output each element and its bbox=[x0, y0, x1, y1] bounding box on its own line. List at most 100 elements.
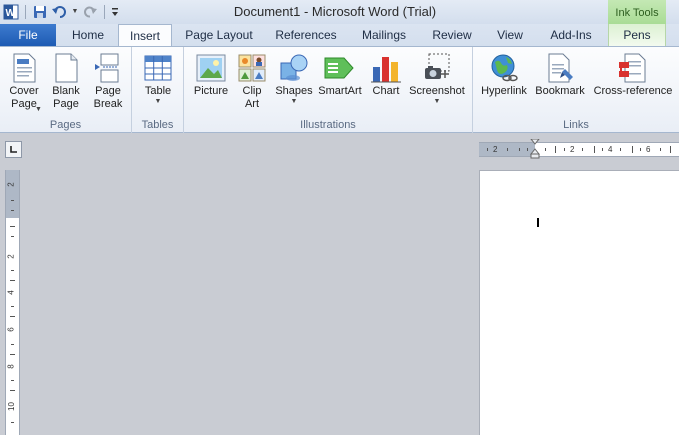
tab-file[interactable]: File bbox=[0, 24, 56, 46]
ruler-tick bbox=[519, 148, 520, 151]
vruler-number: 8 bbox=[6, 364, 16, 369]
cover-page-button[interactable]: Cover Page ▼ bbox=[4, 53, 44, 113]
ruler-tick bbox=[660, 148, 661, 151]
chart-label: Chart bbox=[372, 85, 400, 97]
tables-group-label: Tables bbox=[141, 119, 174, 131]
bookmark-label: Bookmark bbox=[535, 85, 585, 97]
qat-separator bbox=[104, 5, 105, 19]
quick-access-toolbar: W ▼ bbox=[2, 3, 120, 21]
tab-review[interactable]: Review bbox=[424, 24, 480, 46]
undo-dropdown-icon[interactable]: ▼ bbox=[71, 3, 79, 21]
hyperlink-icon bbox=[488, 53, 520, 83]
screenshot-button[interactable]: Screenshot ▼ bbox=[406, 53, 468, 106]
hyperlink-button[interactable]: Hyperlink bbox=[478, 53, 530, 98]
bookmark-button[interactable]: Bookmark bbox=[532, 53, 588, 98]
ruler-tick bbox=[10, 390, 15, 391]
group-links: Hyperlink Bookmark Cross-reference Links bbox=[473, 47, 679, 133]
ruler-tick bbox=[507, 148, 508, 151]
ruler-tick bbox=[620, 148, 621, 151]
left-tab-icon bbox=[10, 146, 17, 153]
ruler-tick bbox=[10, 316, 15, 317]
links-group-label: Links bbox=[563, 119, 589, 131]
cover-page-dropdown-icon: ▼ bbox=[35, 106, 42, 113]
ruler-tick bbox=[555, 146, 556, 153]
shapes-icon bbox=[278, 53, 310, 83]
ruler-tick bbox=[11, 380, 14, 381]
redo-icon[interactable] bbox=[81, 3, 99, 21]
smartart-button[interactable]: SmartArt bbox=[316, 53, 364, 98]
chart-button[interactable]: Chart bbox=[366, 53, 406, 98]
window-title: Document1 - Microsoft Word (Trial) bbox=[233, 4, 437, 19]
ruler-tick bbox=[10, 226, 15, 227]
hruler-number: 6 bbox=[646, 145, 651, 154]
title-bar: W ▼ Document1 - Microsoft Word (Trial) I… bbox=[0, 0, 679, 24]
ruler-tick bbox=[11, 306, 14, 307]
undo-icon[interactable] bbox=[51, 3, 69, 21]
cross-reference-label: Cross-reference bbox=[593, 85, 673, 97]
ink-tools-context-label: Ink Tools bbox=[608, 0, 666, 24]
tab-view[interactable]: View bbox=[487, 24, 533, 46]
ruler-tick bbox=[527, 148, 528, 151]
ruler-tick bbox=[640, 148, 641, 151]
smartart-label: SmartArt bbox=[318, 85, 362, 97]
shapes-button[interactable]: Shapes ▼ bbox=[272, 53, 316, 106]
clip-art-icon bbox=[236, 53, 268, 83]
word-app-icon[interactable]: W bbox=[2, 3, 20, 21]
picture-label: Picture bbox=[193, 85, 229, 97]
picture-button[interactable]: Picture bbox=[190, 53, 232, 98]
cross-reference-button[interactable]: Cross-reference bbox=[590, 53, 676, 98]
ruler-tick bbox=[11, 344, 14, 345]
ruler-tick bbox=[602, 148, 603, 151]
horizontal-ruler[interactable]: 2 2 4 6 bbox=[479, 139, 679, 159]
table-icon bbox=[142, 53, 174, 83]
svg-text:W: W bbox=[6, 8, 16, 19]
ruler-tick bbox=[10, 280, 15, 281]
tab-references[interactable]: References bbox=[266, 24, 346, 46]
ruler-tick bbox=[632, 146, 633, 153]
page-break-label: Page Break bbox=[93, 85, 123, 110]
screenshot-label: Screenshot bbox=[409, 85, 465, 97]
group-pages: Cover Page ▼ Blank Page Page Break Pages bbox=[0, 47, 132, 133]
illustrations-group-label: Illustrations bbox=[300, 119, 356, 131]
table-button[interactable]: Table ▼ bbox=[138, 53, 178, 106]
ruler-tick bbox=[670, 146, 671, 153]
hruler-number: 2 bbox=[493, 145, 498, 154]
vertical-ruler[interactable]: 2 2 4 6 8 10 bbox=[5, 170, 20, 435]
indent-marker-icon[interactable] bbox=[530, 139, 540, 159]
hyperlink-label: Hyperlink bbox=[481, 85, 527, 97]
ribbon-tabs: File Home Insert Page Layout References … bbox=[0, 24, 679, 47]
ruler-tick bbox=[582, 148, 583, 151]
customize-qat-icon[interactable] bbox=[110, 3, 120, 21]
group-illustrations: Picture Clip Art Shapes ▼ SmartArt Chart… bbox=[184, 47, 473, 133]
tab-mailings[interactable]: Mailings bbox=[352, 24, 416, 46]
document-page[interactable] bbox=[479, 170, 679, 435]
vruler-number: 6 bbox=[6, 327, 16, 332]
picture-icon bbox=[195, 53, 227, 83]
ruler-tick bbox=[545, 148, 546, 151]
pages-group-label: Pages bbox=[49, 119, 82, 131]
clip-art-label: Clip Art bbox=[242, 85, 262, 110]
page-break-button[interactable]: Page Break bbox=[88, 53, 128, 111]
ribbon: Cover Page ▼ Blank Page Page Break Pages… bbox=[0, 46, 679, 133]
ruler-tick bbox=[487, 148, 488, 151]
table-dropdown-icon: ▼ bbox=[154, 98, 162, 105]
tab-home[interactable]: Home bbox=[62, 24, 114, 46]
chart-icon bbox=[370, 53, 402, 83]
ruler-tick bbox=[10, 354, 15, 355]
hruler-number: 2 bbox=[570, 145, 575, 154]
shapes-label: Shapes bbox=[275, 85, 313, 97]
tab-page-layout[interactable]: Page Layout bbox=[179, 24, 259, 46]
tab-insert[interactable]: Insert bbox=[118, 24, 172, 47]
cover-page-icon bbox=[8, 53, 40, 83]
tab-add-ins[interactable]: Add-Ins bbox=[540, 24, 602, 46]
bookmark-icon bbox=[544, 53, 576, 83]
vruler-number: 2 bbox=[6, 182, 16, 187]
blank-page-button[interactable]: Blank Page bbox=[46, 53, 86, 111]
tab-pens[interactable]: Pens bbox=[608, 24, 666, 46]
tab-stop-selector[interactable] bbox=[5, 141, 22, 158]
clip-art-button[interactable]: Clip Art bbox=[234, 53, 270, 111]
save-icon[interactable] bbox=[31, 3, 49, 21]
ruler-tick bbox=[594, 146, 595, 153]
blank-page-icon bbox=[50, 53, 82, 83]
shapes-dropdown-icon: ▼ bbox=[290, 98, 298, 105]
